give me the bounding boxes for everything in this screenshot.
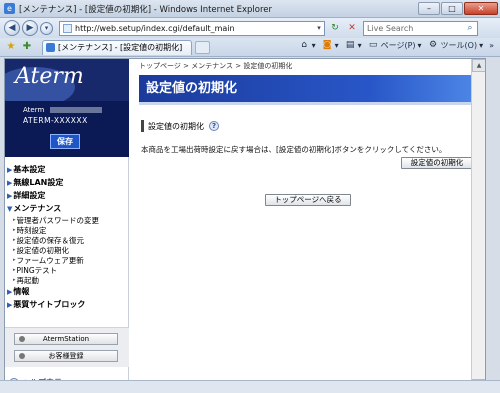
bullet-icon: ▶ xyxy=(7,178,13,187)
sidebar-subitem-time[interactable]: ▸ 時刻設定 xyxy=(5,225,128,235)
model-prefix: Aterm xyxy=(23,106,45,114)
sidebar-item-site-block[interactable]: ▶ 悪質サイトブロック xyxy=(5,298,128,311)
sidebar-subitem-reboot[interactable]: ▸ 再起動 xyxy=(5,275,128,285)
button-dot-icon xyxy=(19,336,25,342)
button-dot-icon xyxy=(19,353,25,359)
sidebar-buttons: AtermStation お客様登録 xyxy=(5,327,129,367)
save-button[interactable]: 保存 xyxy=(50,134,80,149)
back-button[interactable]: ◀ xyxy=(4,20,20,36)
sidebar-item-basic[interactable]: ▶ 基本設定 xyxy=(5,163,128,176)
section-help-icon[interactable]: ? xyxy=(209,121,219,131)
history-dropdown-icon[interactable]: ▾ xyxy=(40,21,53,35)
sidebar-subitem-password[interactable]: ▸ 管理者パスワードの変更 xyxy=(5,215,128,225)
forward-button[interactable]: ▶ xyxy=(22,20,38,36)
model-redacted xyxy=(50,107,103,113)
tools-menu-label: ツール(O) xyxy=(440,41,478,50)
scroll-up-icon[interactable]: ▲ xyxy=(472,59,485,72)
page-title: 設定値の初期化 xyxy=(139,75,473,102)
add-favorites-icon[interactable]: ✚ xyxy=(20,40,34,54)
feeds-button[interactable]: ◙ ▾ xyxy=(322,40,339,51)
command-bar: ⌂ ▾ ◙ ▾ ▤ ▾ ▭ ページ(P) ▾ ⚙ ツール(O) ▾ » xyxy=(299,40,494,51)
rss-icon: ◙ xyxy=(322,40,332,50)
search-placeholder: Live Search xyxy=(367,23,414,33)
bullet-icon: ▶ xyxy=(7,165,13,174)
sidebar-subitem-reset[interactable]: ▸ 設定値の初期化 xyxy=(5,245,128,255)
close-button[interactable]: ✕ xyxy=(464,2,498,15)
maximize-button[interactable]: □ xyxy=(441,2,463,15)
main-content: トップページ > メンテナンス > 設定値の初期化 設定値の初期化 設定値の初期… xyxy=(133,59,483,390)
page-menu-label: ページ(P) xyxy=(380,41,416,50)
logo-area: Aterm xyxy=(5,59,129,101)
ie-icon: e xyxy=(4,3,15,14)
reset-settings-button[interactable]: 設定値の初期化 xyxy=(401,157,473,169)
register-button[interactable]: お客様登録 xyxy=(14,350,118,362)
minimize-button[interactable]: – xyxy=(418,2,440,15)
home-button[interactable]: ⌂ ▾ xyxy=(299,40,315,51)
address-url: http://web.setup/index.cgi/default_main xyxy=(75,23,235,33)
page-menu-icon: ▭ xyxy=(368,40,378,50)
device-info: Aterm ATERM-XXXXXX 保存 xyxy=(5,101,129,157)
sidebar-item-maintenance[interactable]: ▼ メンテナンス xyxy=(5,202,128,215)
aterm-station-button[interactable]: AtermStation xyxy=(14,333,118,345)
extra-menu[interactable]: » xyxy=(489,41,494,50)
tab-label: [メンテナンス] - [設定値の初期化] xyxy=(58,43,183,52)
tab-page-icon xyxy=(46,43,55,52)
refresh-icon[interactable]: ↻ xyxy=(328,21,342,35)
search-icon[interactable]: ⌕ xyxy=(463,23,477,33)
section-title: 設定値の初期化 ? xyxy=(141,120,222,132)
home-icon: ⌂ xyxy=(301,40,307,50)
sidebar-item-info[interactable]: ▶ 情報 xyxy=(5,285,128,298)
favorites-star-icon[interactable]: ★ xyxy=(4,40,18,54)
bullet-icon: ▶ xyxy=(7,191,13,200)
bullet-icon: ▶ xyxy=(7,300,13,309)
window-controls: – □ ✕ xyxy=(418,2,498,15)
page-menu[interactable]: ▭ ページ(P) ▾ xyxy=(368,40,422,51)
window-title: [メンテナンス] - [設定値の初期化] - Windows Internet … xyxy=(19,4,273,15)
page-icon xyxy=(63,23,72,33)
breadcrumb: トップページ > メンテナンス > 設定値の初期化 xyxy=(139,62,293,70)
tab-current[interactable]: [メンテナンス] - [設定値の初期化] xyxy=(42,39,192,55)
vertical-scrollbar[interactable]: ▲ ▼ xyxy=(471,59,485,390)
sidebar: Aterm Aterm ATERM-XXXXXX 保存 ▶ 基本設定 ▶ 無線LAN… xyxy=(5,59,129,390)
window-title-bar: e [メンテナンス] - [設定値の初期化] - Windows Interne… xyxy=(0,0,500,18)
stop-icon[interactable]: ✕ xyxy=(345,21,359,35)
description: 本商品を工場出荷時設定に戻す場合は、[設定値の初期化]ボタンをクリックしてくださ… xyxy=(141,145,447,154)
back-to-top-button[interactable]: トップページへ戻る xyxy=(265,194,351,206)
new-tab-button[interactable] xyxy=(195,40,210,54)
page-viewport: Aterm Aterm ATERM-XXXXXX 保存 ▶ 基本設定 ▶ 無線LAN… xyxy=(4,58,486,391)
status-bar xyxy=(0,380,500,393)
bullet-icon: ▶ xyxy=(7,287,13,296)
sidebar-item-advanced[interactable]: ▶ 詳細設定 xyxy=(5,189,128,202)
tab-bar: ★ ✚ [メンテナンス] - [設定値の初期化] ⌂ ▾ ◙ ▾ ▤ ▾ ▭ ページ(P… xyxy=(0,38,500,57)
sidebar-item-wireless[interactable]: ▶ 無線LAN設定 xyxy=(5,176,128,189)
print-icon: ▤ xyxy=(345,40,355,50)
address-toolbar: ◀ ▶ ▾ http://web.setup/index.cgi/default… xyxy=(0,18,500,38)
sidebar-subitem-ping[interactable]: ▸ PINGテスト xyxy=(5,265,128,275)
gear-icon: ⚙ xyxy=(428,40,438,50)
sidebar-menu: ▶ 基本設定 ▶ 無線LAN設定 ▶ 詳細設定 ▼ メンテナンス ▸ 管理者パスワードの変… xyxy=(5,157,128,311)
search-input[interactable]: Live Search ⌕ xyxy=(363,20,478,36)
bullet-icon: ▼ xyxy=(7,204,13,213)
address-dropdown-icon[interactable]: ▾ xyxy=(314,24,324,32)
aterm-logo: Aterm xyxy=(15,64,84,89)
address-input[interactable]: http://web.setup/index.cgi/default_main … xyxy=(59,20,325,36)
tools-menu[interactable]: ⚙ ツール(O) ▾ xyxy=(428,40,483,51)
device-name: ATERM-XXXXXX xyxy=(23,116,88,125)
print-button[interactable]: ▤ ▾ xyxy=(345,40,362,51)
sidebar-subitem-backup[interactable]: ▸ 設定値の保存＆復元 xyxy=(5,235,128,245)
sidebar-subitem-firmware[interactable]: ▸ ファームウェア更新 xyxy=(5,255,128,265)
